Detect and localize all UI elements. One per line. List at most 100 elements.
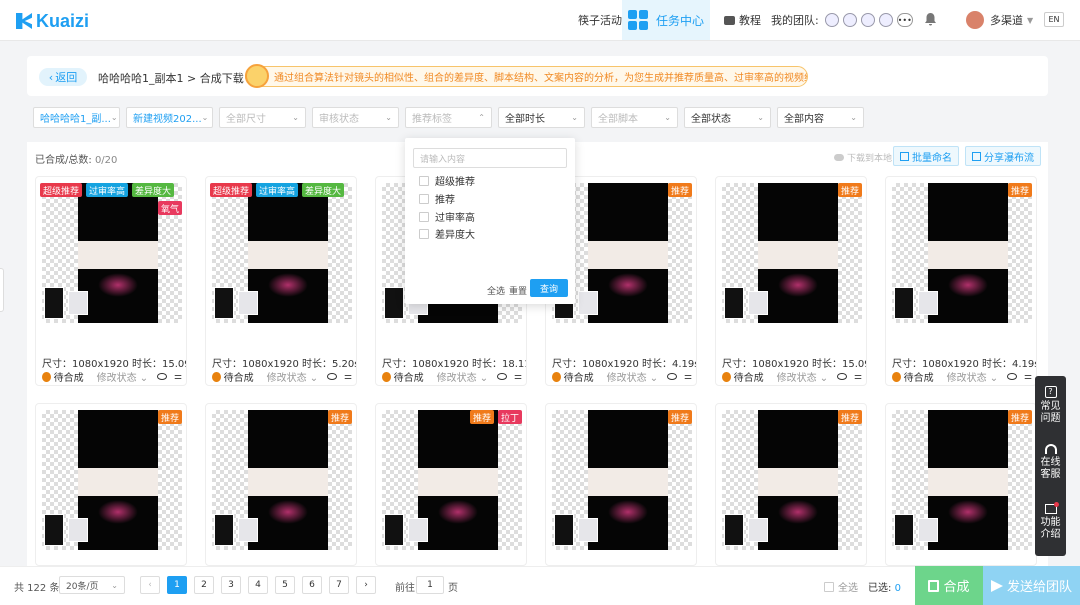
video-card[interactable]: 推荐 xyxy=(205,403,357,566)
video-thumbnail[interactable] xyxy=(212,410,352,550)
page-size-select[interactable]: 20条/页 ⌄ xyxy=(59,576,125,594)
change-status-dropdown[interactable]: 修改状态 ⌄ xyxy=(267,369,319,384)
select-all-checkbox[interactable]: 全选 xyxy=(824,579,858,594)
video-card[interactable]: 超级推荐 过审率高 差异度大 尺寸：1080x1920 时长：5.20s 待合成 修改状态… xyxy=(205,176,357,386)
video-card[interactable]: 推荐 xyxy=(35,403,187,566)
page-1[interactable]: 1 xyxy=(167,576,187,594)
faq-button[interactable]: ? 常见问题 xyxy=(1035,386,1066,425)
video-frame xyxy=(588,410,668,550)
option-recommend[interactable]: 推荐 xyxy=(419,191,455,206)
team-avatar-icon[interactable] xyxy=(824,13,839,27)
filter-video[interactable]: 新建视频202... ⌄ xyxy=(126,107,213,128)
change-status-dropdown[interactable]: 修改状态 ⌄ xyxy=(97,369,149,384)
select-all-link[interactable]: 全选 xyxy=(487,284,505,297)
tag-search-input[interactable]: 请输入内容 xyxy=(413,148,567,168)
chevron-left-icon: ‹ xyxy=(148,580,152,590)
synthesize-button[interactable]: 合成 xyxy=(915,566,983,605)
video-card[interactable]: 推荐 拉丁 xyxy=(375,403,527,566)
settings-sliders-icon[interactable]: ⚌ xyxy=(344,372,352,382)
change-status-dropdown[interactable]: 修改状态 ⌄ xyxy=(607,369,659,384)
video-card[interactable]: 推荐 xyxy=(545,403,697,566)
option-high-pass[interactable]: 过审率高 xyxy=(419,209,475,224)
filter-review-status[interactable]: 审核状态 ⌄ xyxy=(312,107,399,128)
settings-sliders-icon[interactable]: ⚌ xyxy=(174,372,182,382)
back-button[interactable]: ‹ 返回 xyxy=(39,68,87,86)
video-card[interactable]: 推荐 xyxy=(715,403,867,566)
goto-page-input[interactable]: 1 xyxy=(416,576,444,594)
reset-link[interactable]: 重置 xyxy=(509,284,527,297)
batch-rename-button[interactable]: 批量命名 xyxy=(893,146,959,166)
settings-sliders-icon[interactable]: ⚌ xyxy=(514,372,522,382)
checkbox[interactable] xyxy=(419,175,429,186)
video-card[interactable]: 超级推荐过审率高差异度大氧气尺寸：1080x1920 时长：15.09s 待合成 修… xyxy=(35,176,187,386)
query-button[interactable]: 查询 xyxy=(530,279,568,297)
bell-icon[interactable] xyxy=(924,12,937,26)
user-avatar[interactable] xyxy=(966,11,984,29)
team-avatar-icon[interactable] xyxy=(842,13,857,27)
page-2[interactable]: 2 xyxy=(194,576,214,594)
change-status-dropdown[interactable]: 修改状态 ⌄ xyxy=(777,369,829,384)
nav-task-center[interactable]: 任务中心 xyxy=(622,0,710,40)
filter-content[interactable]: 全部内容 ⌄ xyxy=(777,107,864,128)
eye-icon[interactable] xyxy=(667,373,677,380)
left-collapse-handle[interactable] xyxy=(0,268,4,312)
checkbox[interactable] xyxy=(419,211,429,222)
video-thumbnail[interactable] xyxy=(552,410,692,550)
checkbox[interactable] xyxy=(419,193,429,204)
online-service-button[interactable]: 在线客服 xyxy=(1035,444,1066,481)
user-menu[interactable]: 多渠道 ▼ xyxy=(990,0,1033,40)
filter-size[interactable]: 全部尺寸 ⌄ xyxy=(219,107,306,128)
video-thumbnail[interactable] xyxy=(892,183,1032,323)
nav-tutorial[interactable]: 教程 xyxy=(724,0,761,40)
share-waterfall-button[interactable]: 分享瀑布流 xyxy=(965,146,1041,166)
eye-icon[interactable] xyxy=(837,373,847,380)
send-to-team-button[interactable]: 发送给团队 xyxy=(983,566,1080,605)
video-thumbnail[interactable] xyxy=(722,183,862,323)
more-icon[interactable]: ••• xyxy=(896,13,913,27)
eye-icon[interactable] xyxy=(497,373,507,380)
mini-clip xyxy=(44,287,64,319)
filter-project[interactable]: 哈哈哈哈1_副... ⌄ xyxy=(33,107,120,128)
video-thumbnail[interactable] xyxy=(382,410,522,550)
page-5[interactable]: 5 xyxy=(275,576,295,594)
change-status-dropdown[interactable]: 修改状态 ⌄ xyxy=(437,369,489,384)
checkbox[interactable] xyxy=(419,228,429,239)
video-thumbnail[interactable] xyxy=(212,183,352,323)
filter-duration[interactable]: 全部时长 ⌄ xyxy=(498,107,585,128)
filter-recommend-tag[interactable]: 推荐标签 ⌃ xyxy=(405,107,492,128)
portrait-clip xyxy=(68,291,88,315)
recommend-notice: 通过组合算法针对镜头的相似性、组合的差异度、脚本结构、文案内容的分析，为您生成并… xyxy=(245,66,808,87)
video-card[interactable]: 推荐尺寸：1080x1920 时长：15.09s 待合成 修改状态 ⌄ ⚌ xyxy=(715,176,867,386)
next-page-button[interactable]: › xyxy=(356,576,376,594)
checkbox[interactable] xyxy=(824,581,834,592)
eye-icon[interactable] xyxy=(1007,373,1017,380)
page-3[interactable]: 3 xyxy=(221,576,241,594)
video-card[interactable]: 推荐 尺寸：1080x1920 时长：4.19s 待合成 修改状态 ⌄ ⚌ xyxy=(885,176,1037,386)
settings-sliders-icon[interactable]: ⚌ xyxy=(854,372,862,382)
option-high-diff[interactable]: 差异度大 xyxy=(419,226,475,241)
feature-intro-button[interactable]: 功能介绍 xyxy=(1035,502,1066,541)
eye-icon[interactable] xyxy=(327,373,337,380)
video-card[interactable]: 推荐 xyxy=(885,403,1037,566)
video-thumbnail[interactable] xyxy=(892,410,1032,550)
nav-activity[interactable]: 筷子活动 xyxy=(578,0,622,40)
settings-sliders-icon[interactable]: ⚌ xyxy=(684,372,692,382)
chevron-left-icon: ‹ xyxy=(48,70,54,84)
page-7[interactable]: 7 xyxy=(329,576,349,594)
option-super-recommend[interactable]: 超级推荐 xyxy=(419,173,475,188)
eye-icon[interactable] xyxy=(157,373,167,380)
page-6[interactable]: 6 xyxy=(302,576,322,594)
settings-sliders-icon[interactable]: ⚌ xyxy=(1024,372,1032,382)
filter-status[interactable]: 全部状态 ⌄ xyxy=(684,107,771,128)
download-local-button[interactable]: 下载到本地 xyxy=(834,151,892,164)
language-switch[interactable]: EN xyxy=(1044,12,1064,27)
team-avatar-icon[interactable] xyxy=(878,13,893,27)
team-avatar-icon[interactable] xyxy=(860,13,875,27)
kuaizi-logo[interactable]: Kuaizi xyxy=(16,10,89,32)
page-4[interactable]: 4 xyxy=(248,576,268,594)
video-thumbnail[interactable] xyxy=(42,410,182,550)
change-status-dropdown[interactable]: 修改状态 ⌄ xyxy=(947,369,999,384)
video-thumbnail[interactable] xyxy=(722,410,862,550)
filter-script[interactable]: 全部脚本 ⌄ xyxy=(591,107,678,128)
prev-page-button[interactable]: ‹ xyxy=(140,576,160,594)
